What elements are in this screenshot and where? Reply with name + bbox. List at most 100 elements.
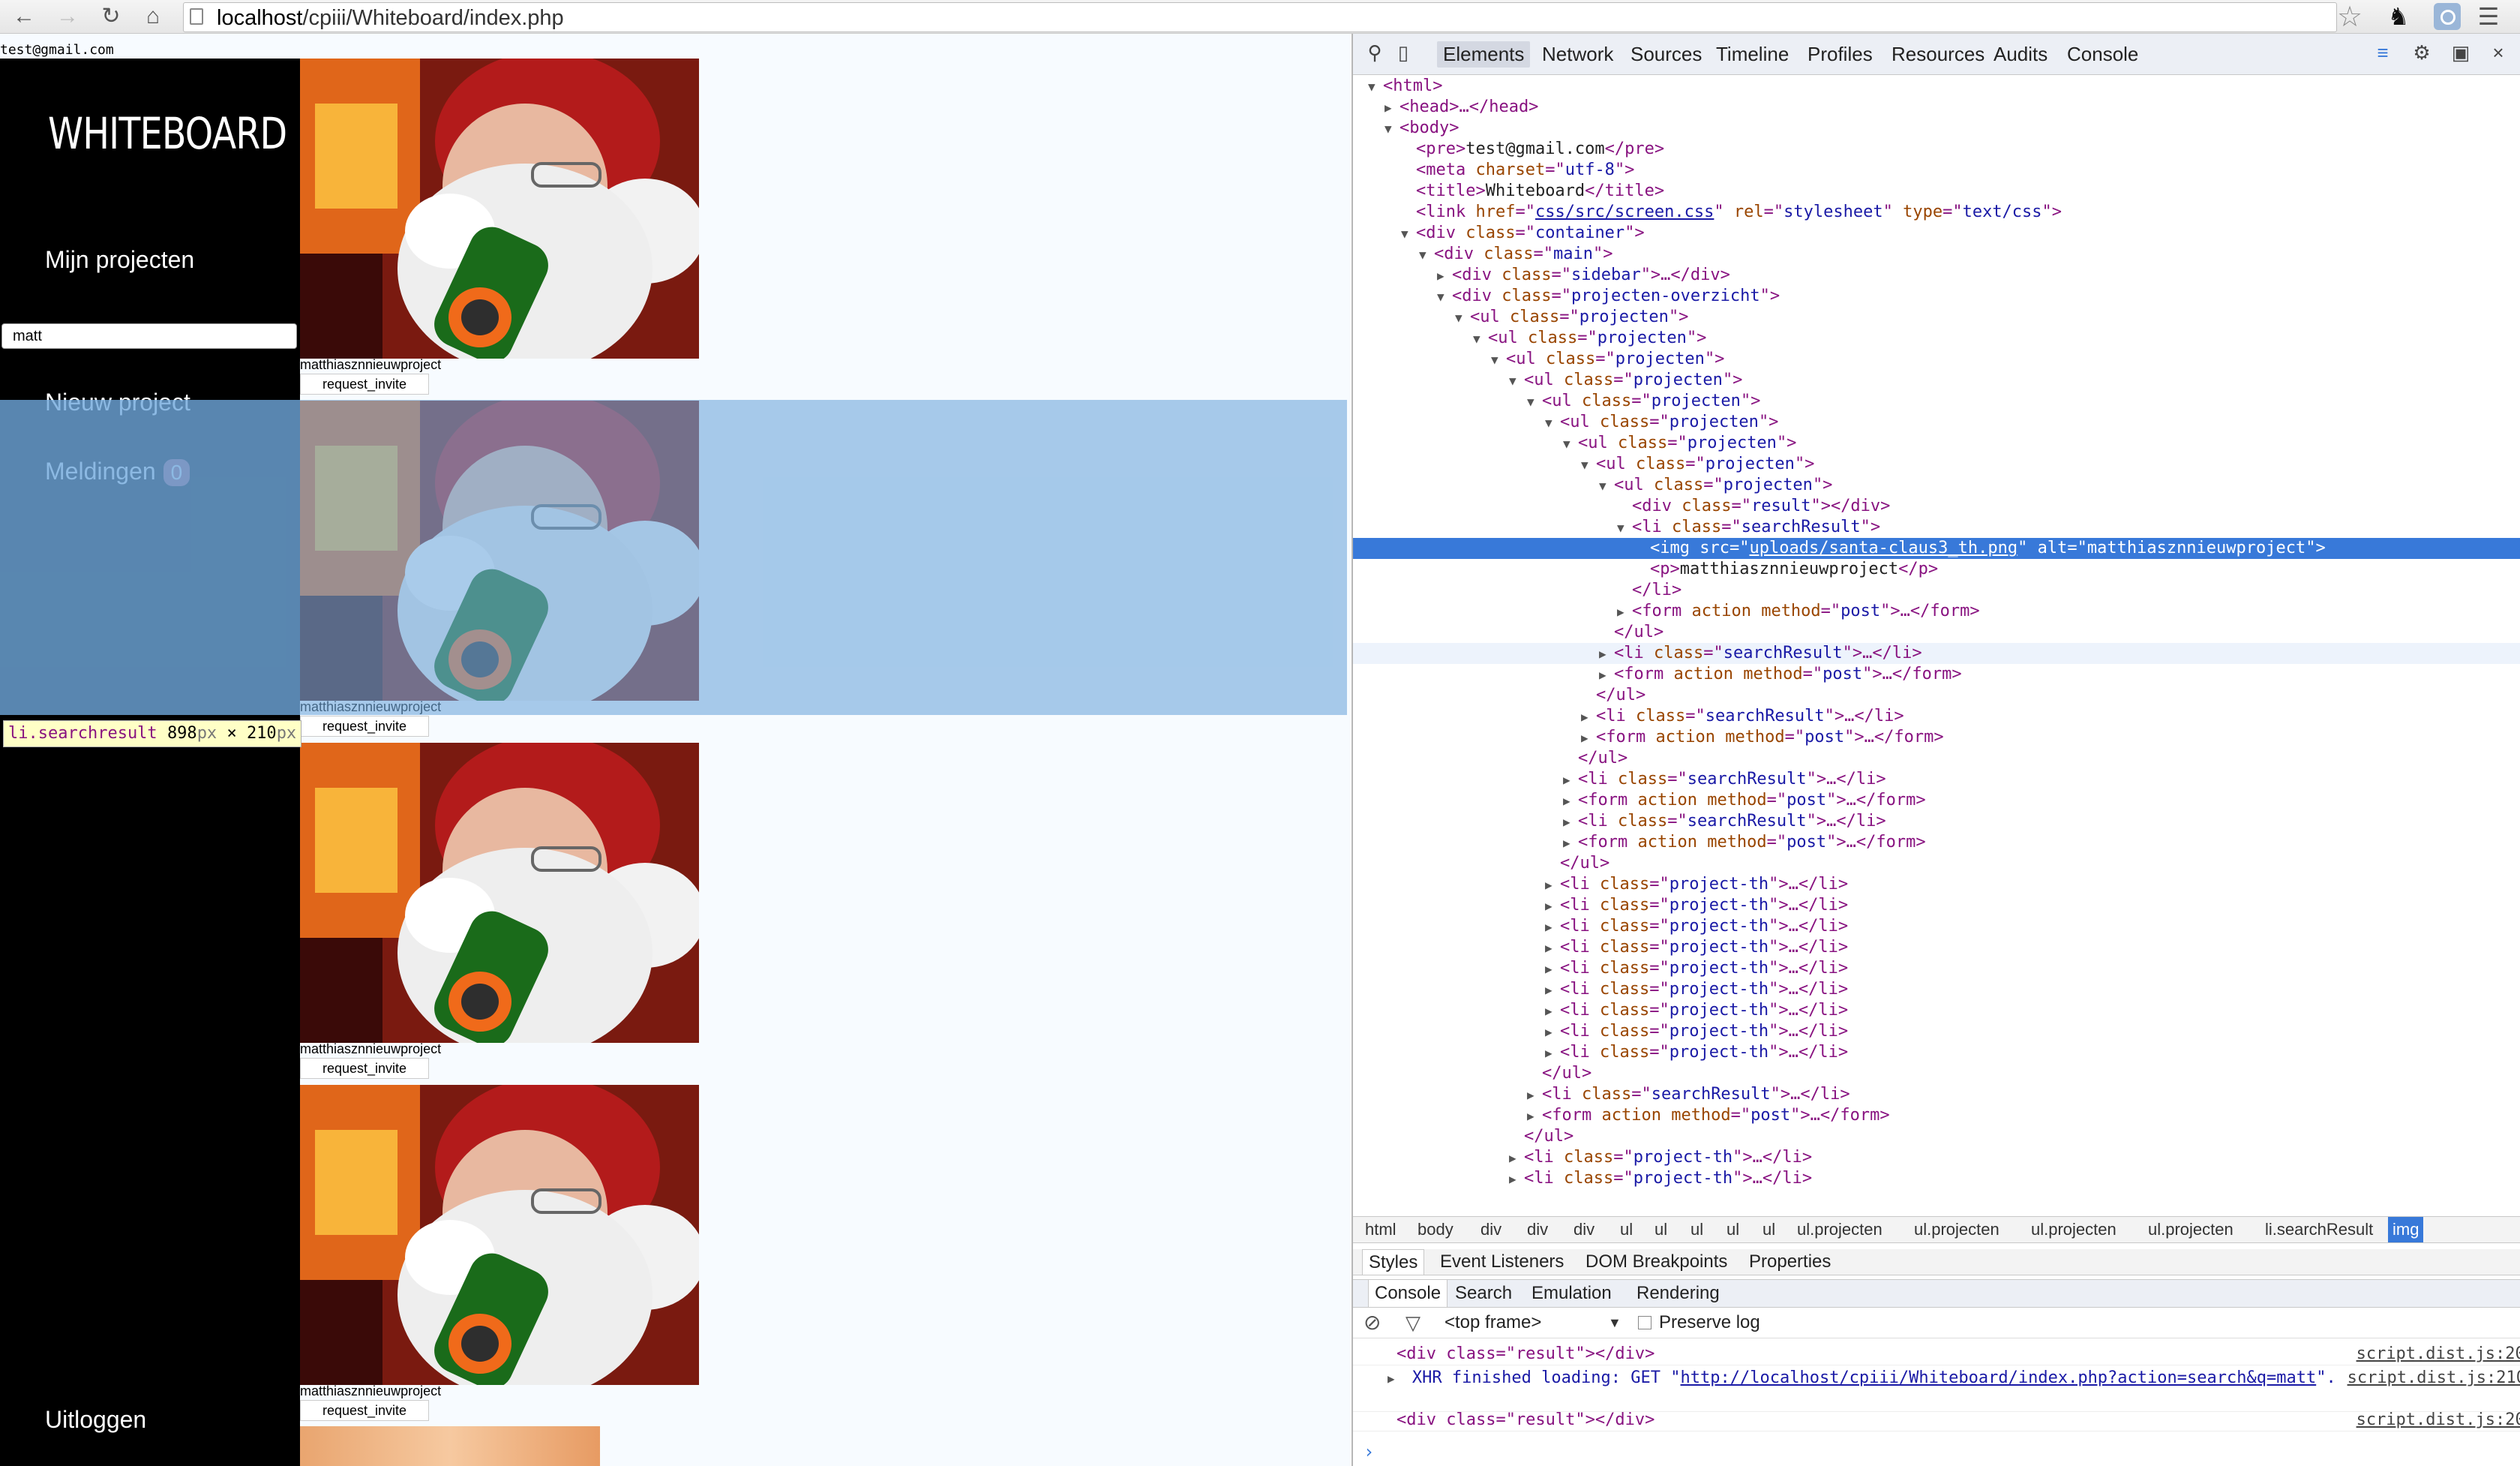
- dom-node[interactable]: ▼ <ul class="projecten">: [1353, 475, 2520, 496]
- console-source-link[interactable]: script.dist.js:210: [2348, 1368, 2520, 1389]
- settings-gear-icon[interactable]: ⚙: [2410, 41, 2433, 64]
- tab-event-listeners[interactable]: Event Listeners: [1434, 1249, 1570, 1275]
- breadcrumb-item[interactable]: ul: [1686, 1217, 1708, 1242]
- my-projects-link[interactable]: Mijn projecten: [45, 246, 194, 274]
- project-thumbnail[interactable]: [300, 401, 699, 701]
- dom-node[interactable]: ▼ <ul class="projecten">: [1353, 307, 2520, 328]
- home-icon[interactable]: ⌂: [140, 3, 166, 30]
- tab-properties[interactable]: Properties: [1743, 1249, 1837, 1275]
- project-thumbnail[interactable]: [300, 1085, 699, 1385]
- project-thumbnail[interactable]: [300, 59, 699, 359]
- request-invite-button[interactable]: request_invite: [300, 1058, 429, 1079]
- dom-node[interactable]: ▶ <li class="project-th">…</li>: [1353, 874, 2520, 895]
- dom-node[interactable]: ▶ <div class="sidebar">…</div>: [1353, 265, 2520, 286]
- dom-node[interactable]: </ul>: [1353, 1063, 2520, 1084]
- tab-profiles[interactable]: Profiles: [1802, 41, 1879, 68]
- frame-select[interactable]: <top frame>: [1444, 1308, 1541, 1338]
- dom-node[interactable]: ▶ <li class="project-th">…</li>: [1353, 1042, 2520, 1063]
- drawer-tab-search[interactable]: Search: [1449, 1280, 1518, 1307]
- url-text[interactable]: localhost/cpiii/Whiteboard/index.php: [217, 6, 564, 31]
- dom-node[interactable]: ▼ <ul class="projecten">: [1353, 349, 2520, 370]
- clear-console-icon[interactable]: ⊘: [1364, 1308, 1381, 1338]
- dom-node[interactable]: ▼ <ul class="projecten">: [1353, 391, 2520, 412]
- dom-node[interactable]: ▶ <li class="project-th">…</li>: [1353, 1000, 2520, 1021]
- dom-node[interactable]: ▼ <div class="main">: [1353, 244, 2520, 265]
- dom-node[interactable]: ▼ <div class="projecten-overzicht">: [1353, 286, 2520, 307]
- breadcrumb-item[interactable]: ul: [1758, 1217, 1780, 1242]
- chevron-down-icon[interactable]: ▼: [1608, 1308, 1622, 1338]
- tab-console[interactable]: Console: [2061, 41, 2144, 68]
- dom-node[interactable]: ▶ <form action method="post">…</form>: [1353, 1105, 2520, 1126]
- project-thumbnail-partial[interactable]: [300, 1426, 600, 1466]
- tab-dom-breakpoints[interactable]: DOM Breakpoints: [1580, 1249, 1733, 1275]
- console-drawer-icon[interactable]: ≡: [2372, 41, 2394, 64]
- drawer-tab-console[interactable]: Console: [1368, 1280, 1448, 1307]
- dom-node[interactable]: ▶ <li class="project-th">…</li>: [1353, 937, 2520, 958]
- dom-node[interactable]: </ul>: [1353, 748, 2520, 769]
- project-thumbnail[interactable]: [300, 743, 699, 1043]
- breadcrumb-item[interactable]: div: [1476, 1217, 1506, 1242]
- dom-node[interactable]: <title>Whiteboard</title>: [1353, 181, 2520, 202]
- tab-timeline[interactable]: Timeline: [1710, 41, 1795, 68]
- dom-node[interactable]: ▶ <li class="project-th">…</li>: [1353, 979, 2520, 1000]
- dom-node[interactable]: ▼ <li class="searchResult">: [1353, 517, 2520, 538]
- tab-network[interactable]: Network: [1536, 41, 1619, 68]
- dom-node[interactable]: ▶ <li class="searchResult">…</li>: [1353, 1084, 2520, 1105]
- console-source-link[interactable]: script.dist.js:205: [2356, 1410, 2520, 1431]
- breadcrumb-item[interactable]: ul.projecten: [1910, 1217, 2004, 1242]
- dom-node[interactable]: ▶ <form action method="post">…</form>: [1353, 832, 2520, 853]
- dom-node[interactable]: ▶ <li class="searchResult">…</li>: [1353, 811, 2520, 832]
- console-message[interactable]: <div class="result"></div> script.dist.j…: [1353, 1410, 2520, 1431]
- dom-node[interactable]: </ul>: [1353, 853, 2520, 874]
- dom-node[interactable]: ▶ <head>…</head>: [1353, 97, 2520, 118]
- logout-link[interactable]: Uitloggen: [45, 1406, 146, 1434]
- breadcrumb-item[interactable]: ul: [1616, 1217, 1637, 1242]
- dom-node[interactable]: ▼ <html>: [1353, 76, 2520, 97]
- dom-node[interactable]: ▶ <li class="project-th">…</li>: [1353, 916, 2520, 937]
- dom-node[interactable]: ▶ <form action method="post">…</form>: [1353, 727, 2520, 748]
- forward-arrow-icon[interactable]: →: [54, 3, 81, 30]
- address-bar[interactable]: localhost/cpiii/Whiteboard/index.php: [183, 2, 2337, 32]
- dom-node[interactable]: </ul>: [1353, 685, 2520, 706]
- console-message[interactable]: <div class="result"></div> script.dist.j…: [1353, 1344, 2520, 1365]
- inspect-search-icon[interactable]: ⚲: [1364, 41, 1386, 64]
- breadcrumb-item[interactable]: ul.projecten: [1792, 1217, 1887, 1242]
- dom-node[interactable]: <pre>test@gmail.com</pre>: [1353, 139, 2520, 160]
- new-project-link[interactable]: Nieuw project: [45, 389, 190, 416]
- console-message[interactable]: ▶ XHR finished loading: GET "http://loca…: [1353, 1368, 2520, 1412]
- close-devtools-icon[interactable]: ×: [2487, 41, 2510, 64]
- dom-node-selected[interactable]: <img src="uploads/santa-claus3_th.png" a…: [1353, 538, 2520, 559]
- drawer-tab-rendering[interactable]: Rendering: [1630, 1280, 1726, 1307]
- breadcrumb-item[interactable]: body: [1413, 1217, 1458, 1242]
- dom-node[interactable]: ▶ <li class="searchResult">…</li>: [1353, 769, 2520, 790]
- dom-node[interactable]: <p>matthiasznnieuwproject</p>: [1353, 559, 2520, 580]
- dom-node[interactable]: <meta charset="utf-8">: [1353, 160, 2520, 181]
- breadcrumb-item[interactable]: div: [1569, 1217, 1599, 1242]
- bookmark-star-icon[interactable]: ☆: [2337, 0, 2362, 34]
- request-invite-button[interactable]: request_invite: [300, 716, 429, 737]
- dom-node[interactable]: ▶ <li class="project-th">…</li>: [1353, 958, 2520, 979]
- dom-node[interactable]: ▶ <li class="project-th">…</li>: [1353, 895, 2520, 916]
- request-invite-button[interactable]: request_invite: [300, 374, 429, 395]
- dom-node[interactable]: ▼ <ul class="projecten">: [1353, 328, 2520, 349]
- notifications-link[interactable]: Meldingen 0: [45, 458, 190, 486]
- dom-node[interactable]: ▶ <form action method="post">…</form>: [1353, 601, 2520, 622]
- dom-node[interactable]: ▼ <ul class="projecten">: [1353, 433, 2520, 454]
- dom-node[interactable]: <link href="css/src/screen.css" rel="sty…: [1353, 202, 2520, 223]
- dom-node[interactable]: ▼ <div class="container">: [1353, 223, 2520, 244]
- dom-node[interactable]: </li>: [1353, 580, 2520, 601]
- breadcrumb-item[interactable]: ul: [1722, 1217, 1744, 1242]
- search-input[interactable]: [2, 323, 297, 349]
- dom-node[interactable]: ▶ <li class="searchResult">…</li>: [1353, 706, 2520, 727]
- dom-node[interactable]: ▼ <ul class="projecten">: [1353, 412, 2520, 433]
- breadcrumb-item-active[interactable]: img: [2388, 1217, 2424, 1242]
- back-arrow-icon[interactable]: ←: [10, 3, 38, 30]
- dom-node[interactable]: <div class="result"></div>: [1353, 496, 2520, 517]
- dom-node[interactable]: ▼ <body>: [1353, 118, 2520, 139]
- tab-audits[interactable]: Audits: [1988, 41, 2054, 68]
- dock-side-icon[interactable]: ▣: [2450, 41, 2472, 64]
- tab-elements[interactable]: Elements: [1437, 41, 1531, 68]
- tab-sources[interactable]: Sources: [1624, 41, 1708, 68]
- breadcrumb-item[interactable]: ul.projecten: [2144, 1217, 2238, 1242]
- extension-camera-icon[interactable]: [2434, 3, 2461, 30]
